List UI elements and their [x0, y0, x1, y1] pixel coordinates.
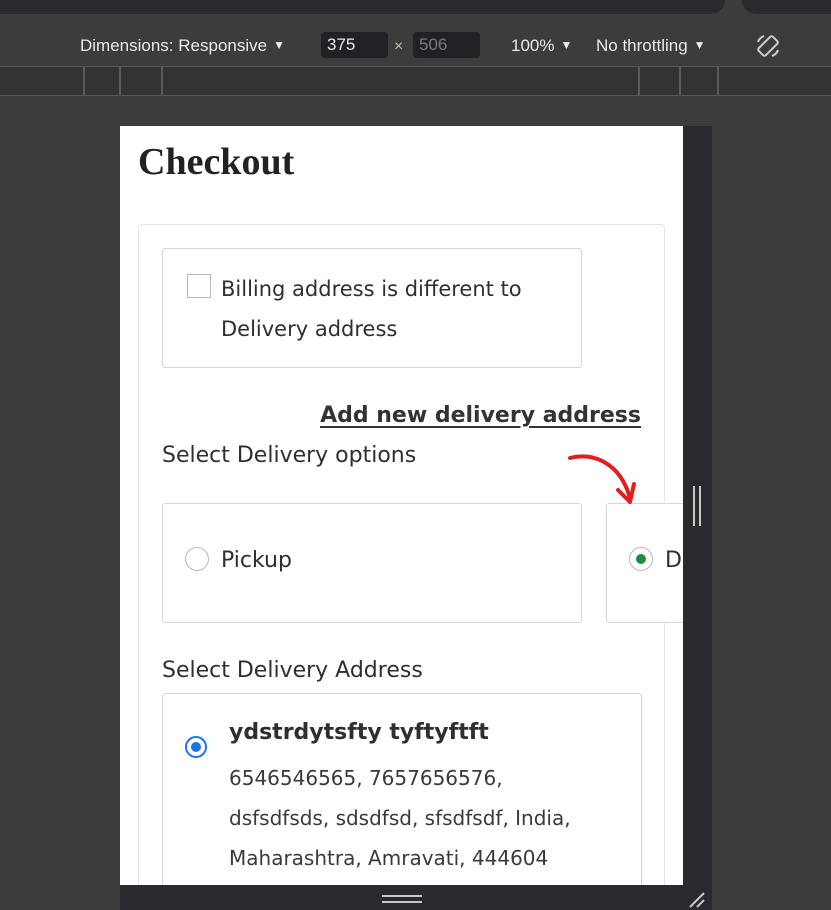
address-name: ydstrdytsfty tyftyftft — [229, 720, 489, 745]
resize-handle-vertical[interactable] — [693, 486, 701, 526]
ruler-tick — [679, 67, 681, 95]
address-details: 6546546565, 7657656576, dsfsdfsds, sdsdf… — [229, 758, 629, 878]
address-line-2: dsfsdfsds, sdsdfsd, sfsdfsdf, India, — [229, 806, 571, 830]
page-title: Checkout — [138, 141, 295, 183]
address-radio[interactable] — [185, 736, 207, 758]
browser-tab-bar — [0, 0, 725, 14]
delivery-options-heading: Select Delivery options — [162, 443, 417, 468]
add-delivery-address-link[interactable]: Add new delivery address — [320, 403, 641, 428]
radio-selected-dot — [636, 554, 646, 564]
chevron-down-icon: ▼ — [693, 38, 706, 52]
resize-handle-horizontal[interactable] — [382, 895, 422, 903]
browser-tab-bar-right — [742, 0, 831, 14]
chevron-down-icon: ▼ — [273, 38, 285, 52]
media-query-ruler — [0, 66, 831, 96]
delivery-radio[interactable] — [629, 547, 653, 571]
ruler-tick — [638, 67, 640, 95]
pickup-radio[interactable] — [185, 547, 209, 571]
billing-different-checkbox[interactable] — [187, 274, 211, 298]
delivery-label: De — [665, 548, 683, 573]
zoom-label: 100% — [511, 36, 555, 55]
chevron-down-icon: ▼ — [560, 38, 573, 52]
dimensions-label: Dimensions: Responsive — [80, 36, 268, 55]
delivery-option-delivery[interactable]: De — [606, 503, 683, 623]
times-icon: × — [394, 38, 404, 55]
browser-top-strip — [0, 0, 831, 26]
delivery-option-pickup[interactable]: Pickup — [162, 503, 582, 623]
address-line-3: Maharashtra, Amravati, 444604 — [229, 846, 549, 870]
throttling-dropdown[interactable]: No throttling ▼ — [596, 36, 706, 56]
delivery-address-heading: Select Delivery Address — [162, 658, 423, 683]
height-input[interactable]: 506 — [413, 32, 480, 58]
address-card[interactable]: ydstrdytsfty tyftyftft 6546546565, 76576… — [162, 693, 642, 885]
ruler-tick — [717, 67, 719, 95]
device-toolbar: Dimensions: Responsive ▼ 375 × 506 100% ▼ … — [0, 26, 831, 66]
zoom-dropdown[interactable]: 100% ▼ — [511, 36, 572, 56]
annotation-arrow-icon — [568, 454, 636, 504]
dimensions-dropdown[interactable]: Dimensions: Responsive ▼ — [80, 36, 285, 56]
throttling-label: No throttling — [596, 36, 688, 55]
width-input[interactable]: 375 — [321, 32, 388, 58]
ruler-tick — [119, 67, 121, 95]
resize-corner-icon[interactable] — [686, 891, 706, 909]
ruler-tick — [161, 67, 163, 95]
radio-selected-dot — [191, 742, 201, 752]
billing-different-label[interactable]: Billing address is different to Delivery… — [221, 269, 561, 349]
ruler-tick — [83, 67, 85, 95]
rotate-icon[interactable] — [754, 32, 782, 60]
address-phones: 6546546565, 7657656576, — [229, 766, 503, 790]
billing-different-box: Billing address is different to Delivery… — [162, 248, 582, 368]
pickup-label: Pickup — [221, 548, 292, 573]
